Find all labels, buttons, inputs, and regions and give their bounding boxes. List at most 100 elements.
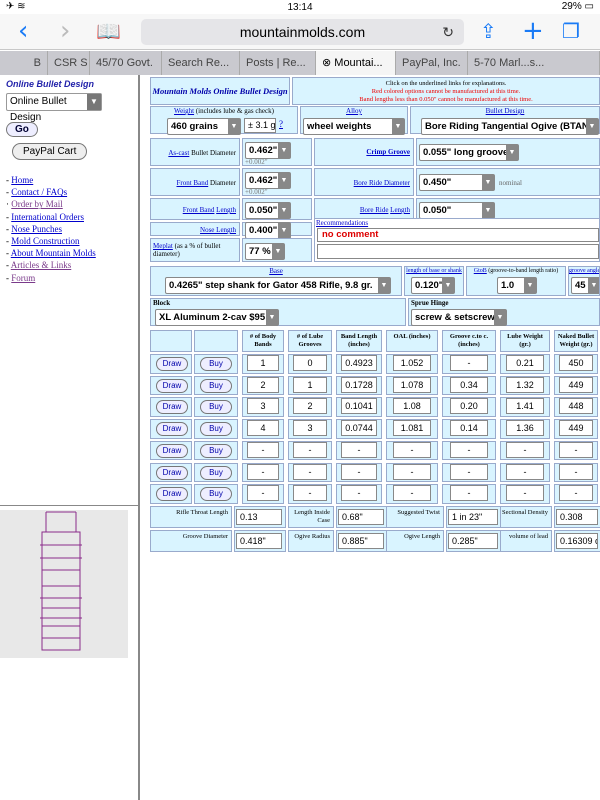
table-header-label: # of Body Bands (249, 333, 277, 348)
draw-button[interactable]: Draw (156, 465, 188, 480)
buy-button[interactable]: Buy (200, 357, 232, 371)
link-articles[interactable]: Articles & Links (11, 260, 72, 270)
draw-button[interactable]: Draw (156, 400, 188, 415)
baselen-label[interactable]: length of base or shank (405, 267, 463, 275)
tabs-icon[interactable]: ❐ (562, 16, 580, 46)
meplat-select[interactable]: 77 % ▼ (245, 243, 285, 260)
tab-6[interactable]: PayPal, Inc. (396, 51, 468, 75)
nose-label-box: Nose Length (150, 222, 240, 236)
crimp-label-box: Crimp Groove (314, 138, 414, 166)
new-tab-icon[interactable]: + (522, 16, 544, 46)
boreride-select[interactable]: 0.450" ▼ (419, 174, 495, 191)
draw-button[interactable]: Draw (156, 378, 188, 393)
alloy-label[interactable]: Alloy (301, 107, 407, 116)
link-mold-construction[interactable]: Mold Construction (11, 236, 79, 246)
front-label[interactable]: Front Band (177, 179, 209, 187)
frontlen-lbl2[interactable]: Length (216, 206, 236, 214)
nose-label[interactable]: Nose Length (200, 226, 236, 234)
table-value: 3 (293, 420, 327, 437)
table-header-cell: # of Body Bands (242, 330, 284, 352)
crimp-select[interactable]: 0.055" long groove ▼ (419, 144, 519, 161)
meplat-label[interactable]: Meplat (153, 242, 173, 250)
link-contact[interactable]: Contact / FAQs (11, 187, 67, 197)
gtob-label[interactable]: GtoB (474, 268, 487, 274)
front-select[interactable]: 0.462" ▼ (245, 172, 291, 189)
nominal-text: nominal (499, 179, 522, 187)
table-value: - (559, 485, 593, 502)
paypal-cart-button[interactable]: PayPal Cart (12, 143, 88, 160)
bullet-design-select[interactable]: Bore Riding Tangential Ogive (BTAN) ▼ (421, 118, 599, 135)
crimp-box: 0.055" long groove ▼ (416, 138, 600, 166)
share-icon[interactable]: ⇪ (480, 16, 497, 46)
sprue-select[interactable]: screw & setscrew ▼ (411, 309, 507, 326)
page-select[interactable]: Online Bullet Design ▼ (6, 93, 102, 123)
link-home[interactable]: Home (11, 175, 33, 185)
tab-4[interactable]: Posts | Re... (240, 51, 316, 75)
buy-button[interactable]: Buy (200, 378, 232, 393)
buy-button[interactable]: Buy (200, 400, 232, 415)
tab-7[interactable]: 5-70 Marl...s... (468, 51, 600, 75)
borelen-label[interactable]: Bore Ride (360, 206, 389, 214)
table-header-cell (150, 330, 192, 352)
ascast-label-box: As-cast Bullet Diameter (150, 138, 240, 166)
reload-icon[interactable]: ↻ (442, 19, 454, 45)
weight-help-link[interactable]: ? (279, 119, 283, 129)
nose-box: 0.400" ▼ (242, 222, 312, 239)
draw-button[interactable]: Draw (156, 443, 188, 458)
gtob-select[interactable]: 1.0 ▼ (497, 277, 537, 294)
rec-label[interactable]: Recommendations (315, 219, 599, 227)
buy-button[interactable]: Buy (200, 443, 232, 458)
borelen-select[interactable]: 0.050" ▼ (419, 202, 495, 219)
block-select[interactable]: XL Aluminum 2-cav $95 ▼ (155, 309, 279, 326)
buy-button[interactable]: Buy (200, 465, 232, 480)
close-tab-icon[interactable]: ⊗ (322, 57, 331, 69)
table-value: 1 (247, 355, 279, 371)
weight-sub: (includes lube & gas check) (195, 107, 274, 115)
tab-active[interactable]: ⊗ Mountai... (316, 51, 396, 75)
buy-button[interactable]: Buy (200, 487, 232, 502)
nose-select[interactable]: 0.400" ▼ (245, 222, 291, 239)
back-icon[interactable]: ‹ (18, 16, 28, 46)
table-value: 0.34 (450, 376, 488, 393)
table-header-cell (194, 330, 238, 352)
bookmarks-icon[interactable]: 📖 (96, 16, 121, 46)
table-value: - (393, 441, 431, 458)
tab-1[interactable]: CSR S (48, 51, 90, 75)
baselen-select[interactable]: 0.120" ▼ (411, 277, 455, 294)
groove-angle-label[interactable]: groove angle (569, 267, 599, 275)
base-select[interactable]: 0.4265" step shank for Gator 458 Rifle, … (165, 277, 391, 294)
link-about[interactable]: About Mountain Molds (11, 248, 96, 258)
base-label[interactable]: Base (151, 267, 401, 275)
tab-2[interactable]: 45/70 Govt. (90, 51, 162, 75)
url-bar[interactable]: mountainmolds.com ↻ (141, 19, 464, 45)
groove-angle-select[interactable]: 45 ▼ (571, 277, 599, 294)
borelen-lbl2[interactable]: Length (390, 206, 410, 214)
draw-button[interactable]: Draw (156, 422, 188, 437)
bullet-design-label[interactable]: Bullet Design (411, 107, 599, 116)
table-value: - (450, 463, 488, 480)
ascast-select[interactable]: 0.462" ▼ (245, 142, 291, 159)
boreride-label[interactable]: Bore Ride Diameter (354, 179, 410, 187)
weight-tolerance[interactable]: ± 3.1 g (244, 118, 276, 133)
table-value: - (247, 485, 279, 502)
draw-button[interactable]: Draw (156, 357, 188, 371)
link-order[interactable]: Order by Mail (11, 199, 63, 209)
buy-button[interactable]: Buy (200, 422, 232, 437)
table-value: - (341, 485, 377, 502)
alloy-select[interactable]: wheel weights ▼ (303, 118, 405, 135)
forward-icon[interactable]: › (60, 16, 70, 46)
sidebar-title: Online Bullet Design (6, 79, 95, 89)
note-red: Red colored options cannot be manufactur… (371, 88, 521, 95)
frontlen-label[interactable]: Front Band (183, 206, 215, 214)
link-international[interactable]: International Orders (11, 212, 84, 222)
link-nose-punches[interactable]: Nose Punches (11, 224, 62, 234)
weight-label[interactable]: Weight (174, 107, 194, 115)
frontlen-select[interactable]: 0.050" ▼ (245, 202, 291, 219)
tab-0[interactable]: B (0, 51, 48, 75)
weight-select[interactable]: 460 grains ▼ (167, 118, 241, 135)
crimp-label[interactable]: Crimp Groove (366, 148, 410, 156)
link-forum[interactable]: Forum (11, 273, 35, 283)
tab-3[interactable]: Search Re... (162, 51, 240, 75)
draw-button[interactable]: Draw (156, 487, 188, 502)
ascast-label[interactable]: As-cast (168, 149, 189, 157)
